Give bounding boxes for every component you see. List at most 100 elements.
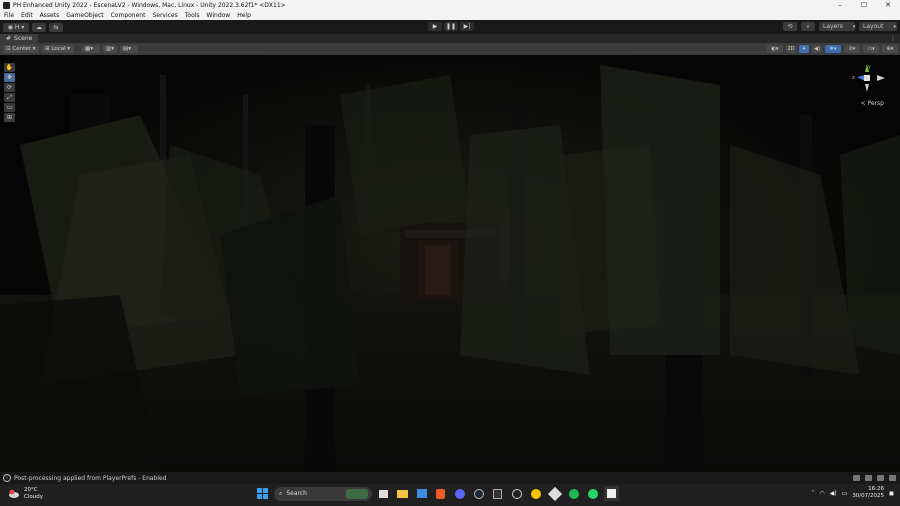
tool-settings-button[interactable]: ▤▾: [120, 45, 138, 53]
menu-edit[interactable]: Edit: [21, 12, 33, 19]
network-icon[interactable]: [853, 475, 860, 481]
chevron-down-icon: ▾: [30, 46, 36, 52]
hidden-objects-toggle[interactable]: ⊘▾: [844, 45, 860, 53]
camera-mode-label[interactable]: < Persp: [861, 100, 884, 107]
account-button[interactable]: ◉ H ▾: [3, 22, 29, 32]
search-highlight-icon: [346, 488, 368, 499]
transform-icon: ⊞: [6, 114, 13, 121]
battery-icon[interactable]: ▭: [842, 490, 848, 497]
grid-icon: ▦▾: [85, 46, 93, 52]
effects-toggle[interactable]: ❖▾: [825, 45, 841, 53]
undo-history-button[interactable]: ⟲: [783, 22, 797, 31]
spotify-app[interactable]: [566, 486, 581, 501]
z-axis-label: z: [852, 75, 855, 81]
whatsapp-app[interactable]: [585, 486, 600, 501]
snap-increment-button[interactable]: ▥▾: [103, 45, 117, 53]
neg-y-axis-cone[interactable]: [865, 84, 869, 92]
settings-icon: ▤▾: [123, 46, 131, 52]
menu-gameobject[interactable]: GameObject: [66, 12, 103, 19]
2d-toggle[interactable]: 2D: [786, 45, 796, 53]
transform-tool-button[interactable]: ⊞: [4, 113, 15, 122]
menu-services[interactable]: Services: [152, 12, 177, 19]
rotate-icon: ⟳: [6, 84, 13, 91]
move-tool-button[interactable]: ✥: [4, 73, 15, 82]
layers-dropdown[interactable]: Layers ▾: [819, 22, 855, 31]
maximize-button[interactable]: ☐: [852, 0, 876, 11]
chevron-down-icon: ▾: [65, 46, 71, 52]
scene-view-options: ◐▾ 2D ✦ ◀) ❖▾ ⊘▾ ▭▾ ⊕▾: [767, 45, 898, 53]
menu-file[interactable]: File: [4, 12, 14, 19]
x-axis-cone[interactable]: [877, 75, 885, 81]
pivot-dropdown[interactable]: ⊡ Center ▾: [3, 45, 39, 53]
gizmo-center[interactable]: [864, 75, 870, 81]
space-dropdown[interactable]: ⊞ Local ▾: [42, 45, 74, 53]
github-app[interactable]: [509, 486, 524, 501]
weather-widget[interactable]: 20°C Cloudy: [8, 487, 43, 501]
menu-help[interactable]: Help: [237, 12, 251, 19]
whatsapp-icon: [587, 488, 598, 499]
grid-snap-button[interactable]: ▦▾: [82, 45, 100, 53]
minimize-button[interactable]: –: [828, 0, 852, 11]
status-message[interactable]: Post-processing applied from PlayerPrefs…: [14, 475, 167, 482]
scene-viewport[interactable]: [0, 55, 900, 472]
rotate-tool-button[interactable]: ⟳: [4, 83, 15, 92]
layout-dropdown[interactable]: Layout ▾: [859, 22, 897, 31]
tab-more-icon[interactable]: ⋮: [890, 34, 896, 43]
chevron-up-icon[interactable]: ˄: [811, 490, 814, 497]
unity-hub-icon: [547, 486, 562, 501]
steam-app[interactable]: [471, 486, 486, 501]
unity-editor-app[interactable]: [604, 486, 619, 501]
norton-app[interactable]: [528, 486, 543, 501]
unity-hub-app[interactable]: [547, 486, 562, 501]
audio-toggle[interactable]: ◀): [812, 45, 822, 53]
cloudy-weather-icon: [8, 489, 20, 499]
gizmos-button[interactable]: ⊕▾: [882, 45, 898, 53]
menu-assets[interactable]: Assets: [40, 12, 60, 19]
pause-button[interactable]: ❚❚: [444, 22, 458, 31]
windows-logo-icon: [257, 488, 268, 499]
menu-component[interactable]: Component: [111, 12, 146, 19]
draw-mode-button[interactable]: ◐▾: [767, 45, 783, 53]
system-tray: ˄ ◠ ◀) ▭ 16:26 30/07/2025 ◼: [811, 486, 894, 500]
orientation-gizmo[interactable]: y z: [852, 62, 888, 96]
collab-button[interactable]: ⇆: [49, 22, 63, 32]
brave-browser-app[interactable]: [433, 486, 448, 501]
weather-desc: Cloudy: [24, 494, 43, 500]
tab-scene[interactable]: # Scene: [0, 34, 39, 43]
step-button[interactable]: ▶|: [460, 22, 474, 31]
pause-icon: ❚❚: [445, 23, 457, 30]
epic-games-app[interactable]: [490, 486, 505, 501]
start-button[interactable]: [255, 486, 270, 501]
file-explorer-app[interactable]: [395, 486, 410, 501]
wifi-icon[interactable]: ◠: [819, 490, 824, 497]
scale-icon: ⤢: [7, 93, 12, 101]
settings-icon[interactable]: [889, 475, 896, 481]
discord-app[interactable]: [452, 486, 467, 501]
menu-tools[interactable]: Tools: [185, 12, 200, 19]
volume-icon[interactable]: ◀): [830, 490, 837, 497]
rect-tool-button[interactable]: ▭: [4, 103, 15, 112]
progress-icon[interactable]: [877, 475, 884, 481]
search-icon: ⌕: [279, 489, 283, 497]
clock[interactable]: 16:26 30/07/2025: [852, 486, 884, 500]
camera-settings-button[interactable]: ▭▾: [863, 45, 879, 53]
cache-icon[interactable]: [865, 475, 872, 481]
2d-icon: 2D: [787, 46, 795, 52]
z-axis-cone[interactable]: [857, 75, 865, 81]
taskbar-search[interactable]: ⌕ Search: [274, 486, 372, 501]
clock-time: 16:26: [868, 486, 885, 492]
play-button[interactable]: ▶: [428, 22, 442, 31]
notification-icon[interactable]: ◼: [889, 490, 894, 497]
search-button[interactable]: ⌕: [801, 22, 815, 31]
scale-tool-button[interactable]: ⤢: [4, 93, 15, 102]
chevron-down-icon: ▾: [852, 23, 856, 30]
layers-label: Layers: [823, 23, 843, 30]
hand-tool-button[interactable]: ✋: [4, 63, 15, 72]
play-icon: ▶: [432, 23, 438, 30]
close-button[interactable]: ✕: [876, 0, 900, 11]
task-view-button[interactable]: [376, 486, 391, 501]
cloud-button[interactable]: ☁: [32, 22, 46, 32]
menu-window[interactable]: Window: [207, 12, 231, 19]
store-app[interactable]: [414, 486, 429, 501]
lighting-toggle[interactable]: ✦: [799, 45, 809, 53]
